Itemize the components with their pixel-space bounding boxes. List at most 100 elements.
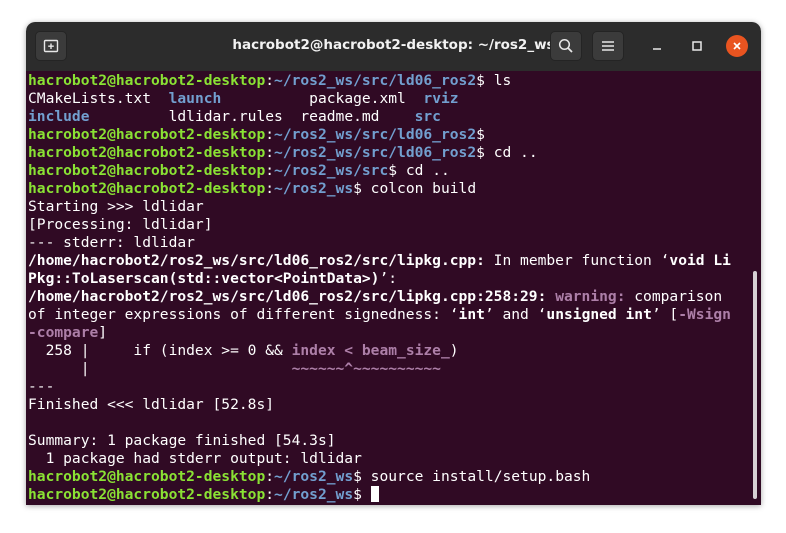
new-tab-icon [43,39,59,53]
terminal-text-segment: $ cd .. [388,162,450,179]
terminal-text-segment: /home/hacrobot2/ros2_ws/src/ld06_ros2/sr… [28,288,547,305]
terminal-text-segment: 258 | if (index >= 0 && [28,342,292,359]
minimize-icon [653,48,661,50]
terminal-text-segment: $ cd .. [476,144,538,161]
terminal-text-segment: Starting >>> ldlidar [28,198,204,215]
terminal-line: 258 | if (index >= 0 && index < beam_siz… [28,342,731,360]
close-button[interactable] [726,35,748,57]
terminal-line: --- stderr: ldlidar [28,234,731,252]
maximize-button[interactable] [686,35,708,57]
terminal-text-segment: ldlidar.rules readme.md [89,108,415,125]
terminal-text-segment: $ source install/setup.bash [353,468,591,485]
terminal-text-segment: : [265,180,275,197]
text-cursor [370,486,379,502]
terminal-text-segment: hacrobot2@hacrobot2-desktop [28,180,266,197]
terminal-text-segment: hacrobot2@hacrobot2-desktop [28,468,266,485]
terminal-text-segment: ’: [379,270,398,287]
terminal-text-segment: hacrobot2@hacrobot2-desktop [28,126,266,143]
terminal-text-segment: Finished <<< ldlidar [52.8s] [28,396,275,413]
terminal-text-segment: int [458,306,485,323]
terminal-text-segment: : [265,126,275,143]
terminal-text-segment: ~/ros2_ws/src [274,162,389,179]
terminal-text-segment: -compare [28,324,99,341]
terminal-text-segment: ’ [ [651,306,679,323]
terminal-text-segment: ~~~~~~^~~~~~~~~~~ [291,360,441,377]
maximize-icon [692,41,702,51]
terminal-text-segment: In member function [484,252,661,269]
terminal-line: | ~~~~~~^~~~~~~~~~~ [28,360,731,378]
terminal-line: hacrobot2@hacrobot2-desktop:~/ros2_ws/sr… [28,126,731,144]
terminal-text-segment: hacrobot2@hacrobot2-desktop [28,72,266,89]
terminal-line: Summary: 1 package finished [54.3s] [28,432,731,450]
terminal-text-segment: ] [98,324,108,341]
terminal-text-segment: warning: [555,288,626,305]
terminal-text-segment: ) [449,342,459,359]
terminal-text-segment: Pkg::ToLaserscan(std::vector<PointData>) [28,270,380,287]
terminal-text-segment: comparison [625,288,723,305]
terminal-text-segment: include [28,108,90,125]
terminal-line: Starting >>> ldlidar [28,198,731,216]
terminal-text-segment: /home/hacrobot2/ros2_ws/src/ld06_ros2/sr… [28,252,485,269]
terminal-line: of integer expressions of different sign… [28,306,731,324]
terminal-text-segment: src [414,108,441,125]
terminal-text-segment: --- [28,378,55,395]
terminal-line: hacrobot2@hacrobot2-desktop:~/ros2_ws/sr… [28,162,731,180]
terminal-text-segment: : [265,144,275,161]
terminal-text-segment: void Li [669,252,731,269]
terminal-text-segment: Summary: 1 package finished [54.3s] [28,432,336,449]
terminal-line: include ldlidar.rules readme.md src [28,108,731,126]
terminal-window: hacrobot2@hacrobot2-desktop: ~/ros2_ws h… [26,22,761,505]
terminal-text-segment: $ colcon build [353,180,477,197]
terminal-output[interactable]: hacrobot2@hacrobot2-desktop:~/ros2_ws/sr… [26,71,761,505]
menu-button[interactable] [592,31,624,61]
new-tab-button[interactable] [35,31,67,61]
terminal-lines: hacrobot2@hacrobot2-desktop:~/ros2_ws/sr… [28,72,731,504]
terminal-text-segment: ~/ros2_ws [274,180,354,197]
terminal-text-segment: ‘ [449,306,459,323]
terminal-text-segment: $ [353,486,371,503]
terminal-text-segment: hacrobot2@hacrobot2-desktop [28,486,266,503]
terminal-text-segment: of integer expressions of different sign… [28,306,450,323]
terminal-line: hacrobot2@hacrobot2-desktop:~/ros2_ws$ [28,486,731,504]
terminal-text-segment: 1 package had stderr output: ldlidar [28,450,362,467]
terminal-line: CMakeLists.txt launch package.xml rviz [28,90,731,108]
terminal-text-segment: --- stderr: ldlidar [28,234,195,251]
terminal-text-segment: ~/ros2_ws/src/ld06_ros2 [274,126,477,143]
terminal-line: Pkg::ToLaserscan(std::vector<PointData>)… [28,270,731,288]
title-bar[interactable]: hacrobot2@hacrobot2-desktop: ~/ros2_ws [26,22,761,71]
terminal-text-segment: launch [168,90,222,107]
terminal-line: hacrobot2@hacrobot2-desktop:~/ros2_ws$ s… [28,468,731,486]
terminal-text-segment: hacrobot2@hacrobot2-desktop [28,162,266,179]
terminal-text-segment: : [265,486,275,503]
terminal-text-segment: ~/ros2_ws/src/ld06_ros2 [274,72,477,89]
terminal-line: 1 package had stderr output: ldlidar [28,450,731,468]
terminal-text-segment: rviz [423,90,459,107]
terminal-text-segment: $ ls [476,72,512,89]
terminal-text-segment: | [28,360,292,377]
terminal-text-segment: -Wsign [678,306,731,323]
terminal-text-segment: ~/ros2_ws/src/ld06_ros2 [274,144,477,161]
minimize-button[interactable] [646,35,668,57]
terminal-text-segment: ~/ros2_ws [274,468,354,485]
close-icon [733,42,741,50]
terminal-text-segment: hacrobot2@hacrobot2-desktop [28,144,266,161]
terminal-text-segment: : [265,162,275,179]
terminal-text-segment: $ [476,126,485,143]
search-button[interactable] [550,31,582,61]
terminal-text-segment: ~/ros2_ws [274,486,354,503]
terminal-line: hacrobot2@hacrobot2-desktop:~/ros2_ws$ c… [28,180,731,198]
hamburger-menu-icon [602,41,614,51]
terminal-text-segment: CMakeLists.txt [28,90,169,107]
terminal-text-segment: : [265,468,275,485]
terminal-line: /home/hacrobot2/ros2_ws/src/ld06_ros2/sr… [28,288,731,306]
terminal-line: hacrobot2@hacrobot2-desktop:~/ros2_ws/sr… [28,144,731,162]
window-title: hacrobot2@hacrobot2-desktop: ~/ros2_ws [232,37,555,53]
search-icon [558,38,573,53]
terminal-line: hacrobot2@hacrobot2-desktop:~/ros2_ws/sr… [28,72,731,90]
scrollbar[interactable] [753,271,757,499]
terminal-text-segment: ’ and ‘ [484,306,547,323]
terminal-text-segment: [Processing: ldlidar] [28,216,213,233]
terminal-line: -compare] [28,324,731,342]
